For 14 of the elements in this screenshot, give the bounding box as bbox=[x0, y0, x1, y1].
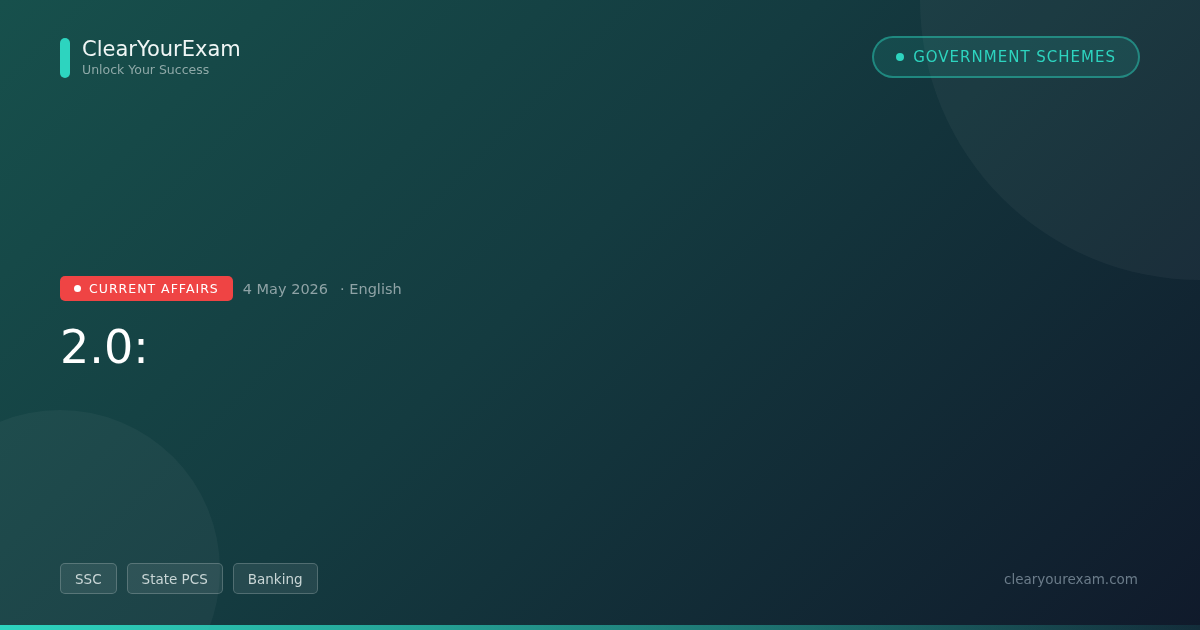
brand-name: ClearYourExam bbox=[82, 36, 241, 62]
category-pill: GOVERNMENT SCHEMES bbox=[872, 36, 1140, 78]
exam-tag: SSC bbox=[60, 563, 117, 594]
post-date: 4 May 2026 bbox=[242, 280, 329, 297]
brand-tagline: Unlock Your Success bbox=[82, 62, 211, 78]
exam-tag: Banking bbox=[232, 563, 318, 594]
dot-icon bbox=[896, 53, 905, 61]
post-language: · English bbox=[340, 280, 402, 297]
exam-tag: State PCS bbox=[126, 563, 223, 594]
dot-icon bbox=[74, 285, 81, 292]
website-url: clearyourexam.com bbox=[1004, 570, 1138, 587]
post-title: 2.0: bbox=[60, 319, 150, 375]
accent-bar bbox=[60, 38, 70, 78]
category-badge: CURRENT AFFAIRS bbox=[60, 276, 233, 301]
